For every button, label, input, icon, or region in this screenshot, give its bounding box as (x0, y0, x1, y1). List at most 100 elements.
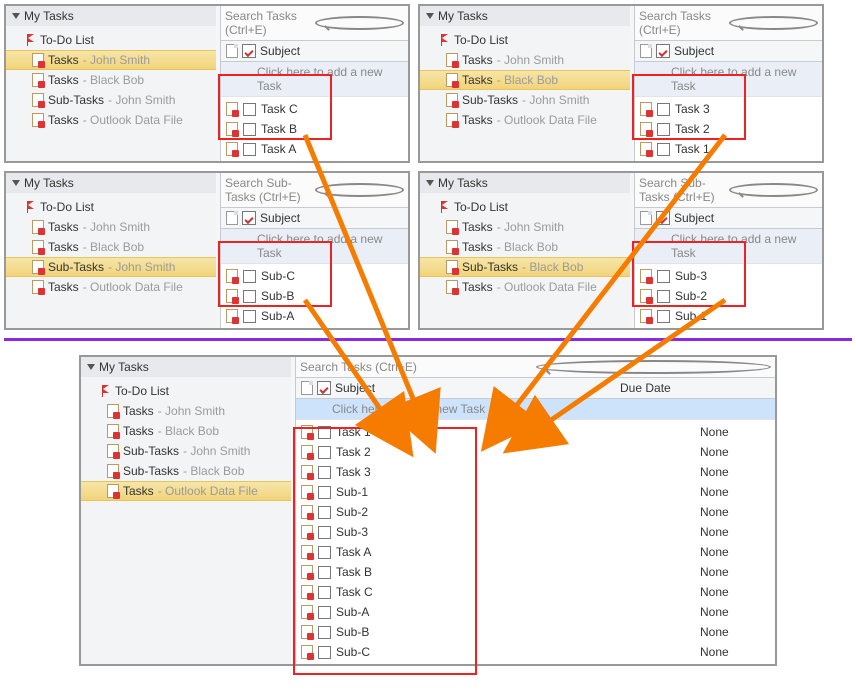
checkbox[interactable] (318, 586, 331, 599)
nav-header[interactable]: My Tasks (420, 173, 630, 193)
task-row[interactable]: Sub-3None (296, 522, 775, 542)
task-row[interactable]: Task CNone (296, 582, 775, 602)
task-row[interactable]: Task C (221, 99, 408, 119)
column-header[interactable]: Subject (221, 41, 408, 62)
checkbox[interactable] (657, 290, 670, 303)
tree-todo[interactable]: To-Do List (420, 197, 630, 217)
checkbox[interactable] (318, 546, 331, 559)
search-tasks[interactable]: Search Tasks (Ctrl+E) (635, 6, 822, 41)
nav-header[interactable]: My Tasks (81, 357, 291, 377)
tree-subtasks-bob[interactable]: Sub-Tasks - Black Bob (81, 461, 291, 481)
task-row[interactable]: Sub-1 (635, 306, 822, 326)
task-row[interactable]: Task BNone (296, 562, 775, 582)
tree-tasks-bob[interactable]: Tasks - Black Bob (420, 70, 630, 90)
nav-header[interactable]: My Tasks (420, 6, 630, 26)
tree-tasks-odf[interactable]: Tasks - Outlook Data File (6, 277, 216, 297)
tree-subtasks-john[interactable]: Sub-Tasks - John Smith (81, 441, 291, 461)
tree-subtasks-john[interactable]: Sub-Tasks - John Smith (6, 90, 216, 110)
task-row[interactable]: Sub-A (221, 306, 408, 326)
tree-subtasks-john[interactable]: Sub-Tasks - John Smith (420, 90, 630, 110)
task-row[interactable]: Task 1 (635, 139, 822, 159)
tree-tasks-odf[interactable]: Tasks - Outlook Data File (420, 277, 630, 297)
column-header[interactable]: Subject Due Date (296, 378, 775, 399)
checkbox[interactable] (657, 270, 670, 283)
checkbox[interactable] (318, 606, 331, 619)
tree-todo[interactable]: To-Do List (420, 30, 630, 50)
tree-subtasks-bob[interactable]: Sub-Tasks - Black Bob (420, 257, 630, 277)
task-row[interactable]: Task 2 (635, 119, 822, 139)
checkbox[interactable] (318, 486, 331, 499)
checkbox[interactable] (318, 566, 331, 579)
task-row[interactable]: Sub-CNone (296, 642, 775, 662)
checkbox[interactable] (318, 626, 331, 639)
task-row[interactable]: Sub-C (221, 266, 408, 286)
checkbox[interactable] (318, 426, 331, 439)
tree-subtasks-john[interactable]: Sub-Tasks - John Smith (6, 257, 216, 277)
add-task-row[interactable]: Click here to add a new Task (635, 229, 822, 264)
checkbox[interactable] (243, 123, 256, 136)
add-task-row[interactable]: Click here to add a new Task (221, 62, 408, 97)
task-row[interactable]: Task A (221, 139, 408, 159)
search-subtasks[interactable]: Search Sub-Tasks (Ctrl+E) (635, 173, 822, 208)
task-row[interactable]: Task 1None (296, 422, 775, 442)
task-row[interactable]: Sub-3 (635, 266, 822, 286)
checkbox[interactable] (657, 103, 670, 116)
task-row[interactable]: Task 2None (296, 442, 775, 462)
tree-tasks-john[interactable]: Tasks - John Smith (81, 401, 291, 421)
tree-tasks-john[interactable]: Tasks - John Smith (6, 217, 216, 237)
add-task-row[interactable]: Click here to add a new Task (635, 62, 822, 97)
tree-tasks-odf[interactable]: Tasks - Outlook Data File (81, 481, 291, 501)
checkbox[interactable] (657, 143, 670, 156)
task-subject: Task 1 (675, 141, 710, 157)
task-row[interactable]: Sub-ANone (296, 602, 775, 622)
column-header[interactable]: Subject (635, 41, 822, 62)
checkbox[interactable] (318, 526, 331, 539)
task-due: None (700, 564, 770, 580)
task-row[interactable]: Sub-B (221, 286, 408, 306)
checkbox[interactable] (657, 310, 670, 323)
checkbox[interactable] (318, 446, 331, 459)
tree-tasks-odf[interactable]: Tasks - Outlook Data File (420, 110, 630, 130)
tree-source: - John Smith (497, 219, 564, 235)
task-icon (640, 102, 652, 116)
tree-tasks-odf[interactable]: Tasks - Outlook Data File (6, 110, 216, 130)
nav-header[interactable]: My Tasks (6, 173, 216, 193)
tree-tasks-john[interactable]: Tasks - John Smith (420, 50, 630, 70)
task-row[interactable]: Task ANone (296, 542, 775, 562)
tree-tasks-bob[interactable]: Tasks - Black Bob (420, 237, 630, 257)
search-tasks[interactable]: Search Tasks (Ctrl+E) (221, 6, 408, 41)
task-icon (32, 73, 44, 87)
checkbox[interactable] (243, 270, 256, 283)
task-row[interactable]: Task 3 (635, 99, 822, 119)
tree-tasks-bob[interactable]: Tasks - Black Bob (6, 237, 216, 257)
checkbox[interactable] (657, 123, 670, 136)
add-task-row[interactable]: Click here to add a new Task (221, 229, 408, 264)
checkbox[interactable] (243, 290, 256, 303)
tree-tasks-john[interactable]: Tasks - John Smith (420, 217, 630, 237)
checkbox[interactable] (318, 506, 331, 519)
column-header[interactable]: Subject (221, 208, 408, 229)
task-row[interactable]: Sub-2None (296, 502, 775, 522)
task-row[interactable]: Sub-1None (296, 482, 775, 502)
checkbox[interactable] (318, 466, 331, 479)
checkbox[interactable] (243, 103, 256, 116)
tree-todo[interactable]: To-Do List (81, 381, 291, 401)
checkbox[interactable] (243, 143, 256, 156)
task-row[interactable]: Task 3None (296, 462, 775, 482)
task-row[interactable]: Task B (221, 119, 408, 139)
column-header[interactable]: Subject (635, 208, 822, 229)
search-subtasks[interactable]: Search Sub-Tasks (Ctrl+E) (221, 173, 408, 208)
task-row[interactable]: Sub-BNone (296, 622, 775, 642)
checkbox[interactable] (318, 646, 331, 659)
tree-tasks-bob[interactable]: Tasks - Black Bob (6, 70, 216, 90)
nav-header[interactable]: My Tasks (6, 6, 216, 26)
tree-tasks-bob[interactable]: Tasks - Black Bob (81, 421, 291, 441)
task-due: None (700, 444, 770, 460)
search-tasks[interactable]: Search Tasks (Ctrl+E) (296, 357, 775, 378)
tree-tasks-john[interactable]: Tasks - John Smith (6, 50, 216, 70)
task-row[interactable]: Sub-2 (635, 286, 822, 306)
add-task-row[interactable]: Click here to add a new Task (296, 399, 775, 420)
checkbox[interactable] (243, 310, 256, 323)
tree-todo[interactable]: To-Do List (6, 30, 216, 50)
tree-todo[interactable]: To-Do List (6, 197, 216, 217)
